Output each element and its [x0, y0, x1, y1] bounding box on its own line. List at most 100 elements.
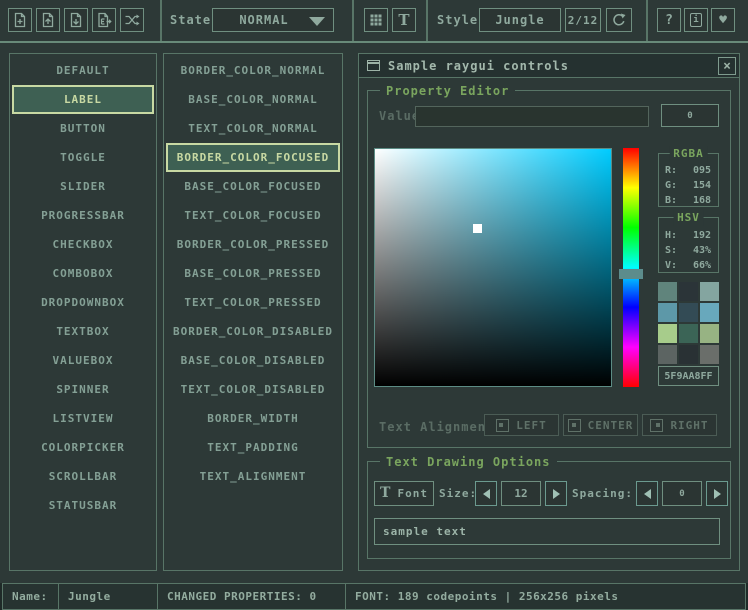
- palette-swatch[interactable]: [658, 324, 677, 343]
- property-list-item[interactable]: BASE_COLOR_FOCUSED: [166, 172, 340, 201]
- style-name-button[interactable]: Jungle: [479, 8, 561, 32]
- info-icon: i: [690, 13, 702, 27]
- align-left-button[interactable]: LEFT: [484, 414, 559, 436]
- font-button[interactable]: T Font: [374, 481, 434, 506]
- align-center-button[interactable]: CENTER: [563, 414, 638, 436]
- reload-style-button[interactable]: [606, 8, 632, 32]
- toolbar: State NORMAL T Style: Jungle 2/12: [0, 0, 748, 41]
- palette-swatch[interactable]: [658, 345, 677, 364]
- property-list-item[interactable]: TEXT_PADDING: [166, 433, 340, 462]
- help-icon: ?: [665, 13, 673, 28]
- arrow-right-icon: [553, 489, 560, 499]
- property-list-item[interactable]: BORDER_WIDTH: [166, 404, 340, 433]
- palette-swatch[interactable]: [700, 324, 719, 343]
- style-color-palette: [658, 282, 719, 364]
- hsv-row: V: 66%: [659, 258, 718, 273]
- rgba-row: B: 168: [659, 193, 718, 208]
- property-list-item[interactable]: TEXT_COLOR_NORMAL: [166, 114, 340, 143]
- palette-swatch[interactable]: [700, 282, 719, 301]
- close-button[interactable]: ×: [718, 57, 736, 75]
- control-list-item[interactable]: PROGRESSBAR: [12, 201, 154, 230]
- control-list-item[interactable]: DEFAULT: [12, 56, 154, 85]
- color-picker-area[interactable]: [374, 148, 612, 387]
- statusbar-font-info: FONT: 189 codepoints | 256x256 pixels: [345, 583, 746, 610]
- rgba-row: G: 154: [659, 178, 718, 193]
- control-list-item[interactable]: COLORPICKER: [12, 433, 154, 462]
- hsv-group: HSV H: 192 S: 43% V: 66%: [658, 217, 719, 273]
- property-list-item[interactable]: BORDER_COLOR_PRESSED: [166, 230, 340, 259]
- spacing-increase-button[interactable]: [706, 481, 728, 506]
- random-style-button[interactable]: [120, 8, 144, 32]
- property-list-item[interactable]: TEXT_COLOR_DISABLED: [166, 375, 340, 404]
- spacing-decrease-button[interactable]: [636, 481, 658, 506]
- open-file-button[interactable]: [36, 8, 60, 32]
- control-list-item[interactable]: COMBOBOX: [12, 259, 154, 288]
- color-picker-cursor[interactable]: [473, 224, 482, 233]
- close-icon: ×: [723, 59, 731, 74]
- control-list-item[interactable]: TOGGLE: [12, 143, 154, 172]
- hue-bar[interactable]: [623, 148, 639, 387]
- align-center-icon: [568, 419, 581, 432]
- hex-value-box[interactable]: 5F9AA8FF: [658, 366, 719, 386]
- new-file-button[interactable]: [8, 8, 32, 32]
- control-list-item[interactable]: VALUEBOX: [12, 346, 154, 375]
- save-file-button[interactable]: [64, 8, 88, 32]
- palette-swatch[interactable]: [679, 282, 698, 301]
- sample-text: sample text: [383, 525, 467, 538]
- sample-text-box[interactable]: sample text: [374, 518, 720, 545]
- export-file-button[interactable]: [92, 8, 116, 32]
- property-list-item[interactable]: BORDER_COLOR_NORMAL: [166, 56, 340, 85]
- palette-swatch[interactable]: [700, 345, 719, 364]
- property-list-item[interactable]: BASE_COLOR_NORMAL: [166, 85, 340, 114]
- window-titlebar[interactable]: Sample raygui controls ×: [359, 54, 739, 78]
- table-view-button[interactable]: [364, 8, 388, 32]
- text-view-button[interactable]: T: [392, 8, 416, 32]
- state-dropdown[interactable]: NORMAL: [212, 8, 334, 32]
- controls-list: DEFAULT LABEL BUTTON TOGGLE SLIDER PROGR…: [9, 53, 157, 571]
- align-left-icon: [496, 419, 509, 432]
- rgba-row: R: 095: [659, 163, 718, 178]
- control-list-item[interactable]: SPINNER: [12, 375, 154, 404]
- control-list-item[interactable]: STATUSBAR: [12, 491, 154, 520]
- info-button[interactable]: i: [684, 8, 708, 32]
- property-list-item[interactable]: BORDER_COLOR_DISABLED: [166, 317, 340, 346]
- value-input[interactable]: [415, 106, 649, 127]
- control-list-item[interactable]: DROPDOWNBOX: [12, 288, 154, 317]
- control-list-item[interactable]: BUTTON: [12, 114, 154, 143]
- text-options-title: Text Drawing Options: [380, 454, 557, 470]
- sponsor-button[interactable]: ♥: [711, 8, 735, 32]
- size-value-box[interactable]: 12: [501, 481, 541, 506]
- statusbar-name-label: Name:: [2, 583, 59, 610]
- toolbar-divider: [646, 0, 648, 41]
- rgba-title: RGBA: [669, 146, 708, 162]
- palette-swatch[interactable]: [679, 345, 698, 364]
- property-list-item[interactable]: TEXT_COLOR_PRESSED: [166, 288, 340, 317]
- palette-swatch[interactable]: [700, 303, 719, 322]
- control-list-item[interactable]: LABEL: [12, 85, 154, 114]
- control-list-item[interactable]: SCROLLBAR: [12, 462, 154, 491]
- control-list-item[interactable]: SLIDER: [12, 172, 154, 201]
- value-spinner-box[interactable]: 0: [661, 104, 719, 127]
- property-list-item[interactable]: TEXT_COLOR_FOCUSED: [166, 201, 340, 230]
- control-list-item[interactable]: CHECKBOX: [12, 230, 154, 259]
- property-list-item[interactable]: TEXT_ALIGNMENT: [166, 462, 340, 491]
- arrow-left-icon: [483, 489, 490, 499]
- property-list-item[interactable]: BORDER_COLOR_FOCUSED: [166, 143, 340, 172]
- property-list-item[interactable]: BASE_COLOR_DISABLED: [166, 346, 340, 375]
- hue-slider-handle[interactable]: [619, 269, 643, 279]
- size-increase-button[interactable]: [545, 481, 567, 506]
- palette-swatch[interactable]: [679, 303, 698, 322]
- control-list-item[interactable]: TEXTBOX: [12, 317, 154, 346]
- palette-swatch[interactable]: [658, 303, 677, 322]
- spacing-value-box[interactable]: 0: [662, 481, 702, 506]
- window-icon: [367, 60, 380, 71]
- control-list-item[interactable]: LISTVIEW: [12, 404, 154, 433]
- text-tool-icon: T: [398, 13, 409, 28]
- size-decrease-button[interactable]: [475, 481, 497, 506]
- palette-swatch[interactable]: [679, 324, 698, 343]
- help-button[interactable]: ?: [657, 8, 681, 32]
- arrow-left-icon: [644, 489, 651, 499]
- property-list-item[interactable]: BASE_COLOR_PRESSED: [166, 259, 340, 288]
- align-right-button[interactable]: RIGHT: [642, 414, 717, 436]
- palette-swatch[interactable]: [658, 282, 677, 301]
